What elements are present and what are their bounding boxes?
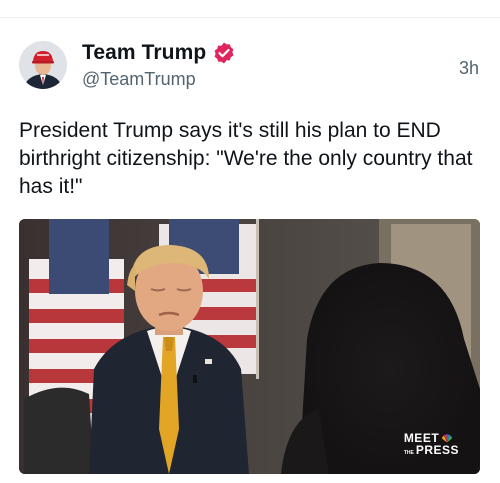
post-card[interactable]: Team Trump @TeamTrump 3h President Trump… [0, 18, 500, 483]
handle[interactable]: @TeamTrump [82, 69, 236, 90]
post-text: President Trump says it's still his plan… [19, 119, 473, 198]
avatar[interactable] [19, 41, 67, 89]
author-block: Team Trump @TeamTrump [82, 40, 236, 90]
meet-the-press-logo: MEET THE PRESS [404, 432, 459, 456]
peacock-icon [442, 433, 453, 442]
post-media-video[interactable]: MEET THE PRESS [19, 219, 480, 474]
logo-the: THE [403, 450, 414, 456]
display-name[interactable]: Team Trump [82, 41, 206, 65]
verified-badge-icon [212, 41, 236, 65]
timestamp[interactable]: 3h [459, 58, 479, 79]
logo-press: PRESS [415, 443, 459, 457]
